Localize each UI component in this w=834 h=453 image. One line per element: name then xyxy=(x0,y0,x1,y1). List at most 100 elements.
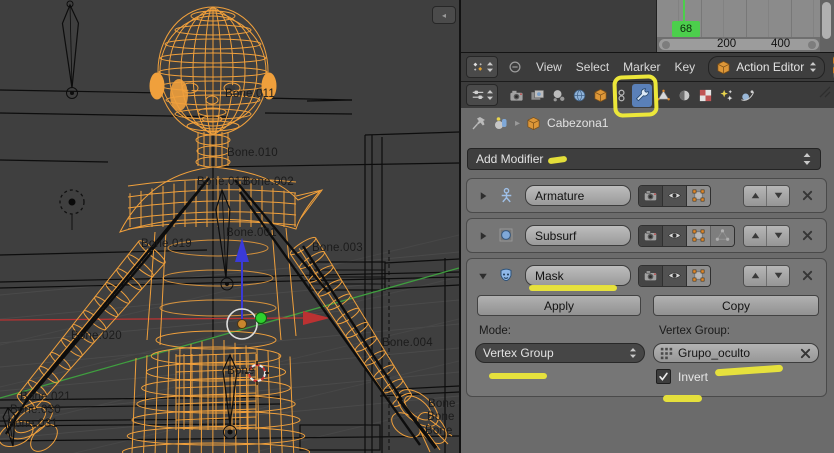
bone-label: Bone.020 xyxy=(71,330,122,342)
current-frame-line xyxy=(683,0,685,22)
invert-checkbox[interactable] xyxy=(656,369,671,384)
editor-type-selector-properties[interactable] xyxy=(466,84,498,106)
timeline-gridline xyxy=(701,0,702,37)
breadcrumb-arrow-icon: ▸ xyxy=(515,117,521,129)
bone-label: Bone.013 xyxy=(197,176,248,188)
timeline-vscrollbar[interactable] xyxy=(820,0,834,52)
bone-label: Bone.003 xyxy=(312,242,363,254)
move-down-button[interactable] xyxy=(767,225,789,246)
timeline-gridline xyxy=(746,0,747,37)
tab-particles[interactable] xyxy=(716,84,736,107)
vertex-group-label: Vertex Group: xyxy=(659,325,730,337)
add-modifier-dropdown[interactable]: Add Modifier xyxy=(467,148,821,170)
pin-icon[interactable] xyxy=(471,115,487,131)
resize-grip[interactable] xyxy=(817,84,833,100)
dope-sheet-icon xyxy=(471,60,485,74)
collapse-menus-icon[interactable] xyxy=(508,60,522,74)
tab-material[interactable] xyxy=(674,84,694,107)
edit-cage-toggle[interactable] xyxy=(710,225,734,246)
collapse-icon[interactable] xyxy=(475,270,491,282)
properties-tabs xyxy=(506,83,757,107)
render-toggle[interactable] xyxy=(639,225,663,246)
apply-button[interactable]: Apply xyxy=(477,295,641,316)
delete-modifier-button[interactable] xyxy=(799,267,816,284)
object-data-icon xyxy=(656,88,671,103)
viewport-visibility-toggle[interactable] xyxy=(663,185,687,206)
tab-render[interactable] xyxy=(506,84,526,107)
3d-viewport[interactable]: Bone.011 Bone.010 Bone.013 Bone.002 Bone.001… xyxy=(0,0,459,453)
annotation-line-mode xyxy=(489,373,547,379)
modifier-display-toggles xyxy=(638,264,711,287)
expand-icon[interactable] xyxy=(475,190,491,202)
editor-mode-label: Action Editor xyxy=(736,60,805,74)
viewport-visibility-toggle[interactable] xyxy=(663,265,687,286)
properties-header xyxy=(461,82,834,109)
move-up-button[interactable] xyxy=(744,185,767,206)
timeline-grid[interactable]: 68 xyxy=(656,0,821,37)
tab-world[interactable] xyxy=(569,84,589,107)
copy-button[interactable]: Copy xyxy=(653,295,819,316)
scene-icon xyxy=(551,88,566,103)
blender-window: Bone.011 Bone.010 Bone.013 Bone.002 Bone.001… xyxy=(0,0,834,453)
modifier-display-toggles xyxy=(638,184,711,207)
modifier-name-field[interactable]: Armature xyxy=(525,185,631,206)
object-cube-icon xyxy=(526,116,541,131)
move-down-button[interactable] xyxy=(767,265,789,286)
bone-label: Bone.001 xyxy=(226,227,277,239)
tab-texture[interactable] xyxy=(695,84,715,107)
subsurf-modifier-icon xyxy=(498,227,516,245)
breadcrumb: ▸ Cabezona1 xyxy=(471,115,608,131)
mode-dropdown[interactable]: Vertex Group xyxy=(475,343,645,363)
tab-object-data[interactable] xyxy=(653,84,673,107)
chevron-updown-icon xyxy=(486,61,494,73)
chevron-updown-icon xyxy=(809,61,817,73)
tab-constraints[interactable] xyxy=(611,84,631,107)
tab-object[interactable] xyxy=(590,84,610,107)
menu-select[interactable]: Select xyxy=(576,60,609,74)
viewport-visibility-toggle[interactable] xyxy=(663,225,687,246)
object-context-icon[interactable] xyxy=(493,115,509,131)
timeline-gridline xyxy=(723,0,724,37)
clear-icon[interactable] xyxy=(799,347,812,360)
bone-label: Bone.010 xyxy=(227,147,278,159)
modifier-name-field[interactable]: Subsurf xyxy=(525,225,631,246)
editor-type-selector[interactable] xyxy=(466,56,498,78)
menu-key[interactable]: Key xyxy=(675,60,696,74)
delete-modifier-button[interactable] xyxy=(799,227,816,244)
render-toggle[interactable] xyxy=(639,185,663,206)
edit-mode-toggle[interactable] xyxy=(687,265,710,286)
physics-icon xyxy=(740,88,755,103)
bone-label: Bone xyxy=(427,411,455,423)
timeline-scrollbar-thumb[interactable]: 200 400 xyxy=(659,38,819,50)
tab-render-layers[interactable] xyxy=(527,84,547,107)
timeline-scrollbar[interactable]: 200 400 xyxy=(656,37,821,52)
constraints-icon xyxy=(615,88,628,103)
editor-mode-dropdown[interactable]: Action Editor xyxy=(708,55,826,79)
edit-mode-toggle[interactable] xyxy=(687,225,710,246)
vertex-group-value: Grupo_oculto xyxy=(678,346,751,360)
vertex-group-field[interactable]: Grupo_oculto xyxy=(653,343,819,363)
bone-label: Bone xyxy=(428,398,456,410)
edit-mode-toggle[interactable] xyxy=(687,185,710,206)
dope-sheet-timeline[interactable]: 68 200 400 xyxy=(461,0,834,53)
move-up-button[interactable] xyxy=(744,225,767,246)
expand-icon[interactable] xyxy=(475,230,491,242)
tab-scene[interactable] xyxy=(548,84,568,107)
modifier-name-field[interactable]: Mask xyxy=(525,265,631,286)
move-down-button[interactable] xyxy=(767,185,789,206)
tab-physics[interactable] xyxy=(737,84,757,107)
tab-modifiers[interactable] xyxy=(632,83,652,107)
ruler-label: 400 xyxy=(771,38,791,50)
bone-label: Bone.019 xyxy=(141,238,192,250)
timeline-vscrollbar-thumb[interactable] xyxy=(822,2,831,39)
menu-marker[interactable]: Marker xyxy=(623,60,660,74)
modifier-panel-subsurf: Subsurf xyxy=(466,218,827,253)
bone-label: Bone xyxy=(425,425,453,437)
render-toggle[interactable] xyxy=(639,265,663,286)
ruler-label: 200 xyxy=(717,38,737,50)
menu-view[interactable]: View xyxy=(536,60,562,74)
viewport-panel-toggle[interactable]: ◂ xyxy=(432,6,456,24)
bone-label: Bone.030 xyxy=(10,404,61,416)
move-up-button[interactable] xyxy=(744,265,767,286)
delete-modifier-button[interactable] xyxy=(799,187,816,204)
